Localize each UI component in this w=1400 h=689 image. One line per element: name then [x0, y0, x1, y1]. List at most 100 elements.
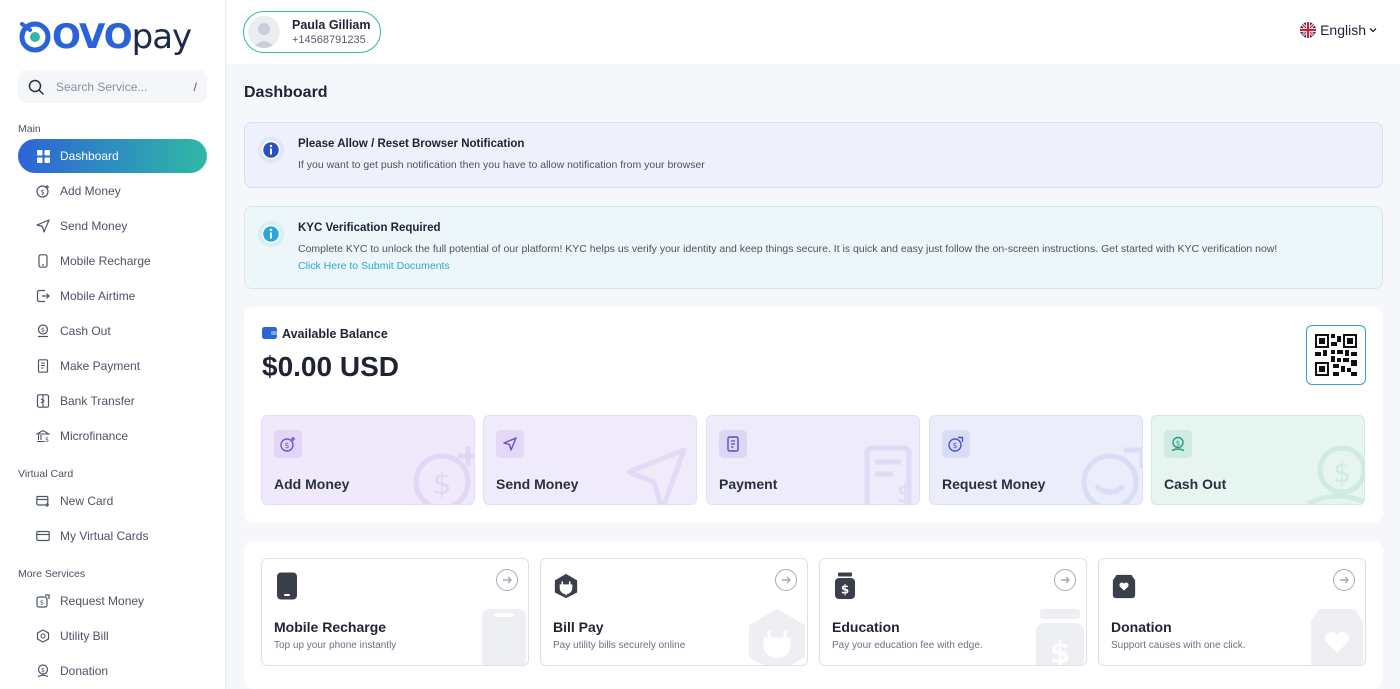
arrow-right-icon[interactable]	[1333, 569, 1355, 591]
sidebar-item-label: Bank Transfer	[60, 394, 135, 408]
sidebar-item-label: Mobile Airtime	[60, 289, 136, 303]
kyc-submit-link[interactable]: Click Here to Submit Documents	[298, 260, 450, 272]
sidebar-item-dashboard[interactable]: Dashboard	[18, 139, 207, 173]
alert-title: KYC Verification Required	[298, 222, 441, 234]
action-send-money[interactable]: Send Money	[483, 415, 697, 505]
sidebar-item-label: Microfinance	[60, 429, 129, 443]
sidebar-item-new-card[interactable]: New Card	[18, 484, 207, 518]
service-bill-pay[interactable]: Bill Pay Pay utility bills securely onli…	[540, 558, 808, 666]
cash-out-watermark-icon: $	[1306, 445, 1364, 504]
sidebar-item-label: Request Money	[60, 594, 145, 608]
search-input[interactable]	[56, 79, 176, 94]
plug-icon	[553, 571, 579, 601]
action-label: Send Money	[496, 476, 579, 492]
phone-watermark-icon	[482, 609, 526, 665]
sidebar-item-mobile-airtime[interactable]: Mobile Airtime	[18, 279, 207, 313]
service-donation[interactable]: Donation Support causes with one click.	[1098, 558, 1366, 666]
action-label: Request Money	[942, 476, 1046, 492]
svg-text:$: $	[40, 189, 44, 197]
donation-icon: $	[36, 664, 50, 678]
sidebar-item-label: Make Payment	[60, 359, 141, 373]
grid-icon	[36, 149, 50, 163]
arrow-right-icon[interactable]	[496, 569, 518, 591]
qr-code-button[interactable]	[1306, 325, 1366, 385]
service-mobile-recharge[interactable]: Mobile Recharge Top up your phone instan…	[261, 558, 529, 666]
action-label: Payment	[719, 476, 778, 492]
section-title-more-services: More Services	[18, 568, 86, 580]
search-box: /	[18, 70, 207, 103]
sidebar-item-request-money[interactable]: $ Request Money	[18, 584, 207, 618]
balance-value: $0.00 USD	[262, 351, 399, 382]
sidebar-item-cash-out[interactable]: $ Cash Out	[18, 314, 207, 348]
send-icon	[496, 430, 524, 458]
logo-mark-icon	[19, 21, 51, 53]
sidebar-item-make-payment[interactable]: Make Payment	[18, 349, 207, 383]
receipt-icon	[719, 430, 747, 458]
user-profile[interactable]: Paula Gilliam +14568791235	[243, 11, 381, 53]
alert-text: If you want to get push notification the…	[298, 159, 705, 171]
sidebar-item-label: Mobile Recharge	[60, 254, 151, 268]
action-payment[interactable]: Payment $	[706, 415, 920, 505]
user-name: Paula Gilliam	[292, 17, 371, 32]
svg-text:$: $	[41, 326, 45, 334]
service-title: Bill Pay	[553, 619, 604, 635]
action-add-money[interactable]: $ Add Money $	[261, 415, 475, 505]
sidebar-item-add-money[interactable]: $ Add Money	[18, 174, 207, 208]
alert-title: Please Allow / Reset Browser Notificatio…	[298, 138, 525, 150]
request-money-icon: $	[36, 594, 50, 608]
svg-text:$: $	[953, 441, 958, 450]
service-title: Donation	[1111, 619, 1172, 635]
service-title: Education	[832, 619, 900, 635]
arrow-right-icon[interactable]	[775, 569, 797, 591]
service-education[interactable]: $ Education Pay your education fee with …	[819, 558, 1087, 666]
wallet-icon	[262, 326, 277, 342]
request-money-watermark-icon	[1081, 447, 1142, 504]
coin-plus-icon: $	[36, 184, 50, 198]
info-icon	[258, 221, 284, 247]
sidebar-item-bank-transfer[interactable]: Bank Transfer	[18, 384, 207, 418]
svg-text:$: $	[45, 437, 49, 444]
action-label: Add Money	[274, 476, 350, 492]
sidebar-item-my-virtual-cards[interactable]: My Virtual Cards	[18, 519, 207, 553]
utility-icon	[36, 629, 50, 643]
jar-icon: $	[832, 571, 858, 601]
sidebar-item-donation[interactable]: $ Donation	[18, 654, 207, 688]
receipt-icon	[36, 359, 50, 373]
qr-code-icon	[1315, 334, 1357, 376]
sidebar-item-label: Dashboard	[60, 149, 119, 163]
sidebar-item-label: Add Money	[60, 184, 121, 198]
svg-text:$: $	[1333, 456, 1351, 489]
sidebar-item-microfinance[interactable]: $ Microfinance	[18, 419, 207, 453]
language-selector[interactable]: English	[1300, 22, 1378, 38]
action-cash-out[interactable]: $ Cash Out $	[1151, 415, 1365, 505]
svg-text:$: $	[841, 583, 849, 597]
heart-box-icon	[1111, 571, 1137, 601]
sidebar-item-label: Utility Bill	[60, 629, 109, 643]
section-title-virtual-card: Virtual Card	[18, 468, 74, 480]
airtime-icon	[36, 289, 50, 303]
jar-watermark-icon: $	[1036, 609, 1084, 665]
sidebar-item-mobile-recharge[interactable]: Mobile Recharge	[18, 244, 207, 278]
language-label: English	[1320, 22, 1366, 38]
sidebar-item-label: New Card	[60, 494, 114, 508]
sidebar: OVOpay / Main Dashboard $ Add Money Send…	[0, 0, 226, 689]
send-icon	[36, 219, 50, 233]
sidebar-item-label: My Virtual Cards	[60, 529, 149, 543]
svg-text:$: $	[41, 666, 45, 674]
svg-text:$: $	[897, 479, 914, 505]
sidebar-item-utility-bill[interactable]: Utility Bill	[18, 619, 207, 653]
services-card: Mobile Recharge Top up your phone instan…	[244, 541, 1383, 689]
arrow-right-icon[interactable]	[1054, 569, 1076, 591]
topbar: Paula Gilliam +14568791235 English	[227, 0, 1400, 64]
receipt-watermark-icon: $	[864, 445, 914, 505]
sidebar-item-send-money[interactable]: Send Money	[18, 209, 207, 243]
send-watermark-icon	[626, 447, 687, 504]
sidebar-item-label: Donation	[60, 664, 109, 678]
logo-text: OVOpay	[52, 17, 192, 57]
alert-text: Complete KYC to unlock the full potentia…	[298, 243, 1278, 255]
request-money-icon: $	[942, 430, 970, 458]
action-request-money[interactable]: $ Request Money	[929, 415, 1143, 505]
service-desc: Support causes with one click.	[1111, 640, 1246, 651]
search-icon	[28, 79, 44, 95]
logo[interactable]: OVOpay	[18, 14, 192, 60]
